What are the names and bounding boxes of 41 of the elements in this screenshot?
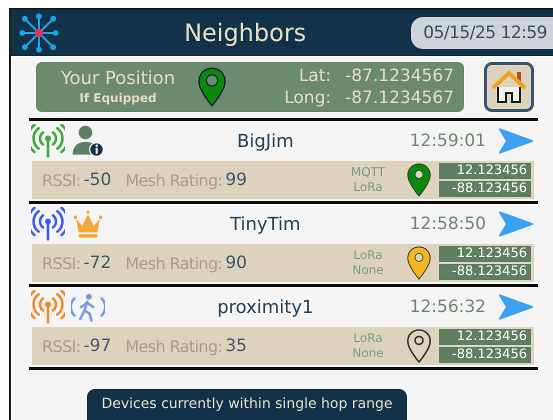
arrow-icon[interactable]: [498, 293, 534, 321]
footer-caption: Devices currently within single hop range: [87, 389, 407, 420]
transport-label: MQTT: [350, 165, 386, 180]
mesh-rating-value: 90: [225, 253, 247, 273]
transport-label: LoRa: [353, 248, 383, 263]
arrow-icon[interactable]: [498, 127, 534, 155]
mesh-rating-value: 35: [225, 336, 247, 356]
home-button[interactable]: [484, 62, 534, 112]
arrow-icon[interactable]: [498, 210, 534, 238]
long-label: Long:: [284, 87, 332, 109]
longitude-value: -88.123456: [439, 347, 531, 363]
location-pin-icon: [198, 66, 226, 108]
neighbor-name: BigJim: [236, 130, 295, 152]
transport-label: LoRa: [353, 331, 383, 346]
rssi-value: -50: [84, 170, 112, 190]
mesh-rating-value: 99: [225, 170, 247, 190]
longitude-value: -88.123456: [439, 181, 531, 197]
location-pin-icon: [407, 329, 431, 363]
screen-title: Neighbors: [183, 19, 308, 47]
network-logo-icon: [19, 13, 59, 53]
position-subtitle: If Equipped: [79, 90, 157, 106]
person-info-icon: [71, 124, 105, 158]
transport-label: None: [352, 346, 384, 361]
rssi-value: -72: [84, 253, 112, 273]
last-heard-time: 12:56:32: [410, 297, 487, 317]
latitude-value: 12.123456: [439, 329, 531, 345]
lat-value: -87.1234567: [345, 65, 454, 87]
transport-label: LoRa: [353, 180, 383, 195]
longitude-value: -88.123456: [439, 264, 531, 280]
latitude-value: 12.123456: [439, 163, 531, 179]
neighbor-name: TinyTim: [229, 214, 302, 234]
last-heard-time: 12:58:50: [410, 214, 487, 234]
rssi-value: -97: [84, 336, 112, 356]
lat-label: Lat:: [298, 65, 332, 87]
long-value: -87.1234567: [345, 87, 454, 109]
position-title: Your Position: [60, 68, 176, 90]
transport-label: None: [352, 263, 384, 278]
last-heard-time: 12:59:01: [410, 131, 487, 151]
latitude-value: 12.123456: [439, 246, 531, 262]
neighbor-name: proximity1: [216, 296, 314, 318]
datetime-badge: 05/15/25 12:59: [411, 17, 553, 49]
